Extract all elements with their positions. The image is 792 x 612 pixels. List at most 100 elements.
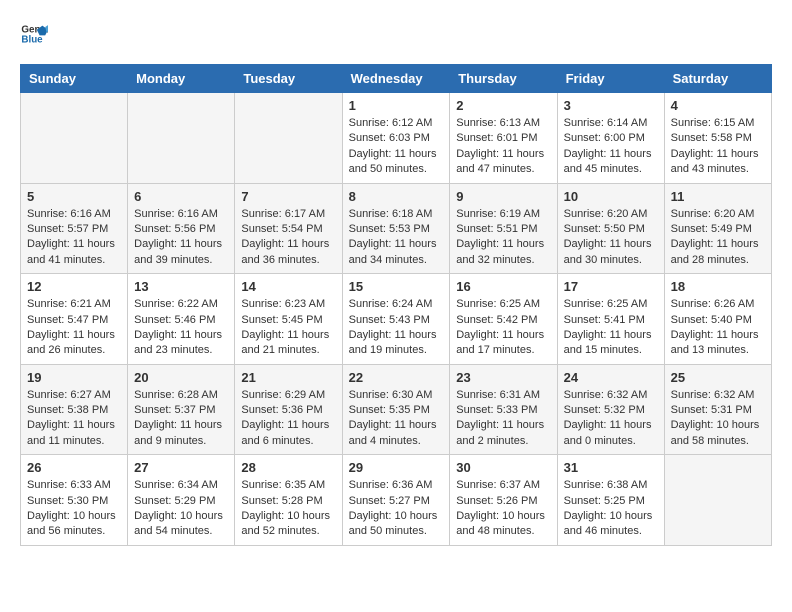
calendar-day-15: 15 Sunrise: 6:24 AMSunset: 5:43 PMDayligh… [342,274,450,365]
column-header-tuesday: Tuesday [235,65,342,93]
calendar-day-24: 24Sunrise: 6:32 AMSunset: 5:32 PMDayligh… [557,364,664,455]
logo-icon: General Blue [20,20,48,48]
calendar-day-6: 6Sunrise: 6:16 AMSunset: 5:56 PMDaylight… [128,183,235,274]
day-number: 7 [241,189,335,204]
calendar-day-13: 13 Sunrise: 6:22 AMSunset: 5:46 PMDayligh… [128,274,235,365]
calendar-day-empty [21,93,128,184]
calendar-day-3: 3 Sunrise: 6:14 AMSunset: 6:00 PMDaylight… [557,93,664,184]
calendar-day-26: 26 Sunrise: 6:33 AMSunset: 5:30 PMDayligh… [21,455,128,546]
day-info: Sunrise: 6:25 AMSunset: 5:42 PMDaylight:… [456,297,550,359]
day-info: Sunrise: 6:37 AMSunset: 5:26 PMDaylight:… [456,478,550,540]
column-header-wednesday: Wednesday [342,65,450,93]
day-info: Sunrise: 6:24 AMSunset: 5:43 PMDaylight:… [349,297,444,359]
day-number: 4 [671,98,765,113]
calendar-day-16: 16 Sunrise: 6:25 AMSunset: 5:42 PMDayligh… [450,274,557,365]
day-info: Sunrise: 6:17 AMSunset: 5:54 PMDaylight:… [241,207,335,269]
calendar-day-23: 23 Sunrise: 6:31 AMSunset: 5:33 PMDayligh… [450,364,557,455]
day-info: Sunrise: 6:31 AMSunset: 5:33 PMDaylight:… [456,388,550,450]
day-info: Sunrise: 6:15 AMSunset: 5:58 PMDaylight:… [671,116,765,178]
calendar-day-14: 14 Sunrise: 6:23 AMSunset: 5:45 PMDayligh… [235,274,342,365]
day-number: 2 [456,98,550,113]
day-number: 26 [27,460,121,475]
column-header-friday: Friday [557,65,664,93]
calendar-day-7: 7 Sunrise: 6:17 AMSunset: 5:54 PMDaylight… [235,183,342,274]
calendar-day-30: 30 Sunrise: 6:37 AMSunset: 5:26 PMDayligh… [450,455,557,546]
svg-text:Blue: Blue [21,34,43,45]
day-number: 3 [564,98,658,113]
day-info: Sunrise: 6:23 AMSunset: 5:45 PMDaylight:… [241,297,335,359]
day-info: Sunrise: 6:30 AMSunset: 5:35 PMDaylight:… [349,388,444,450]
calendar-header-row: SundayMondayTuesdayWednesdayThursdayFrid… [21,65,772,93]
calendar-day-9: 9 Sunrise: 6:19 AMSunset: 5:51 PMDaylight… [450,183,557,274]
day-number: 25 [671,370,765,385]
day-info: Sunrise: 6:16 AMSunset: 5:56 PMDaylight:… [134,207,228,269]
page-header: General Blue [20,20,772,48]
calendar-day-8: 8 Sunrise: 6:18 AMSunset: 5:53 PMDaylight… [342,183,450,274]
day-number: 9 [456,189,550,204]
day-number: 10 [564,189,658,204]
day-info: Sunrise: 6:34 AMSunset: 5:29 PMDaylight:… [134,478,228,540]
calendar-day-27: 27Sunrise: 6:34 AMSunset: 5:29 PMDayligh… [128,455,235,546]
day-number: 8 [349,189,444,204]
day-info: Sunrise: 6:21 AMSunset: 5:47 PMDaylight:… [27,297,121,359]
day-info: Sunrise: 6:13 AMSunset: 6:01 PMDaylight:… [456,116,550,178]
day-info: Sunrise: 6:33 AMSunset: 5:30 PMDaylight:… [27,478,121,540]
calendar-day-12: 12 Sunrise: 6:21 AMSunset: 5:47 PMDayligh… [21,274,128,365]
calendar-day-empty [128,93,235,184]
calendar-day-11: 11 Sunrise: 6:20 AMSunset: 5:49 PMDayligh… [664,183,771,274]
day-info: Sunrise: 6:18 AMSunset: 5:53 PMDaylight:… [349,207,444,269]
day-info: Sunrise: 6:14 AMSunset: 6:00 PMDaylight:… [564,116,658,178]
calendar-day-18: 18 Sunrise: 6:26 AMSunset: 5:40 PMDayligh… [664,274,771,365]
day-info: Sunrise: 6:20 AMSunset: 5:49 PMDaylight:… [671,207,765,269]
day-info: Sunrise: 6:22 AMSunset: 5:46 PMDaylight:… [134,297,228,359]
day-info: Sunrise: 6:16 AMSunset: 5:57 PMDaylight:… [27,207,121,269]
day-info: Sunrise: 6:12 AMSunset: 6:03 PMDaylight:… [349,116,444,178]
calendar-day-19: 19Sunrise: 6:27 AMSunset: 5:38 PMDayligh… [21,364,128,455]
calendar-day-4: 4 Sunrise: 6:15 AMSunset: 5:58 PMDaylight… [664,93,771,184]
calendar-week-row: 12 Sunrise: 6:21 AMSunset: 5:47 PMDayligh… [21,274,772,365]
calendar-day-31: 31Sunrise: 6:38 AMSunset: 5:25 PMDayligh… [557,455,664,546]
calendar-week-row: 5 Sunrise: 6:16 AMSunset: 5:57 PMDaylight… [21,183,772,274]
day-info: Sunrise: 6:28 AMSunset: 5:37 PMDaylight:… [134,388,228,450]
day-number: 11 [671,189,765,204]
day-number: 29 [349,460,444,475]
calendar-day-empty [664,455,771,546]
day-number: 14 [241,279,335,294]
day-info: Sunrise: 6:20 AMSunset: 5:50 PMDaylight:… [564,207,658,269]
day-info: Sunrise: 6:32 AMSunset: 5:31 PMDaylight:… [671,388,765,450]
day-number: 23 [456,370,550,385]
day-number: 22 [349,370,444,385]
day-number: 17 [564,279,658,294]
day-number: 13 [134,279,228,294]
day-info: Sunrise: 6:25 AMSunset: 5:41 PMDaylight:… [564,297,658,359]
day-number: 15 [349,279,444,294]
calendar-day-28: 28Sunrise: 6:35 AMSunset: 5:28 PMDayligh… [235,455,342,546]
day-info: Sunrise: 6:36 AMSunset: 5:27 PMDaylight:… [349,478,444,540]
calendar-table: SundayMondayTuesdayWednesdayThursdayFrid… [20,64,772,546]
column-header-sunday: Sunday [21,65,128,93]
day-number: 21 [241,370,335,385]
calendar-day-25: 25 Sunrise: 6:32 AMSunset: 5:31 PMDayligh… [664,364,771,455]
day-info: Sunrise: 6:29 AMSunset: 5:36 PMDaylight:… [241,388,335,450]
calendar-day-22: 22 Sunrise: 6:30 AMSunset: 5:35 PMDayligh… [342,364,450,455]
day-number: 1 [349,98,444,113]
day-info: Sunrise: 6:26 AMSunset: 5:40 PMDaylight:… [671,297,765,359]
day-number: 18 [671,279,765,294]
calendar-day-2: 2 Sunrise: 6:13 AMSunset: 6:01 PMDaylight… [450,93,557,184]
day-number: 20 [134,370,228,385]
calendar-day-10: 10 Sunrise: 6:20 AMSunset: 5:50 PMDayligh… [557,183,664,274]
day-number: 19 [27,370,121,385]
day-info: Sunrise: 6:35 AMSunset: 5:28 PMDaylight:… [241,478,335,540]
calendar-day-21: 21 Sunrise: 6:29 AMSunset: 5:36 PMDayligh… [235,364,342,455]
column-header-saturday: Saturday [664,65,771,93]
calendar-day-1: 1 Sunrise: 6:12 AMSunset: 6:03 PMDaylight… [342,93,450,184]
day-info: Sunrise: 6:38 AMSunset: 5:25 PMDaylight:… [564,478,658,540]
calendar-day-5: 5 Sunrise: 6:16 AMSunset: 5:57 PMDaylight… [21,183,128,274]
calendar-day-empty [235,93,342,184]
day-number: 5 [27,189,121,204]
calendar-week-row: 19Sunrise: 6:27 AMSunset: 5:38 PMDayligh… [21,364,772,455]
day-number: 30 [456,460,550,475]
day-number: 12 [27,279,121,294]
day-number: 16 [456,279,550,294]
day-info: Sunrise: 6:19 AMSunset: 5:51 PMDaylight:… [456,207,550,269]
